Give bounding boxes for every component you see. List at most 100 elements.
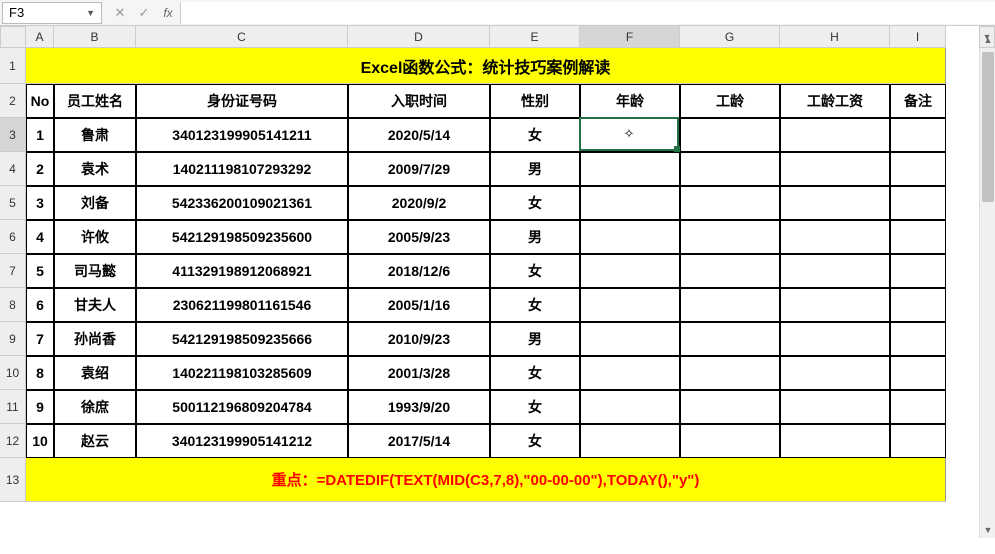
cell-D4[interactable]: 2009/7/29 bbox=[348, 152, 490, 186]
header-cell-H[interactable]: 工龄工资 bbox=[780, 84, 890, 118]
cell-F5[interactable] bbox=[580, 186, 680, 220]
cell-G5[interactable] bbox=[680, 186, 780, 220]
formula-confirm-button[interactable]: ✓ bbox=[132, 2, 156, 24]
cell-E11[interactable]: 女 bbox=[490, 390, 580, 424]
row-header-1[interactable]: 1 bbox=[0, 48, 26, 84]
cell-I3[interactable] bbox=[890, 118, 946, 152]
row-header-10[interactable]: 10 bbox=[0, 356, 26, 390]
cell-D8[interactable]: 2005/1/16 bbox=[348, 288, 490, 322]
column-header-B[interactable]: B bbox=[54, 26, 136, 48]
cell-I12[interactable] bbox=[890, 424, 946, 458]
cell-I9[interactable] bbox=[890, 322, 946, 356]
cell-H11[interactable] bbox=[780, 390, 890, 424]
cell-D11[interactable]: 1993/9/20 bbox=[348, 390, 490, 424]
row-header-5[interactable]: 5 bbox=[0, 186, 26, 220]
cell-A7[interactable]: 5 bbox=[26, 254, 54, 288]
formula-input[interactable] bbox=[180, 2, 995, 24]
row-header-11[interactable]: 11 bbox=[0, 390, 26, 424]
cell-A11[interactable]: 9 bbox=[26, 390, 54, 424]
cell-B12[interactable]: 赵云 bbox=[54, 424, 136, 458]
cell-D9[interactable]: 2010/9/23 bbox=[348, 322, 490, 356]
cell-I4[interactable] bbox=[890, 152, 946, 186]
cell-E8[interactable]: 女 bbox=[490, 288, 580, 322]
cell-F11[interactable] bbox=[580, 390, 680, 424]
cell-G11[interactable] bbox=[680, 390, 780, 424]
column-header-E[interactable]: E bbox=[490, 26, 580, 48]
cell-D12[interactable]: 2017/5/14 bbox=[348, 424, 490, 458]
cell-C9[interactable]: 542129198509235666 bbox=[136, 322, 348, 356]
cell-C11[interactable]: 500112196809204784 bbox=[136, 390, 348, 424]
cell-D3[interactable]: 2020/5/14 bbox=[348, 118, 490, 152]
cell-G3[interactable] bbox=[680, 118, 780, 152]
cell-B5[interactable]: 刘备 bbox=[54, 186, 136, 220]
cell-I7[interactable] bbox=[890, 254, 946, 288]
cell-I5[interactable] bbox=[890, 186, 946, 220]
header-cell-A[interactable]: No bbox=[26, 84, 54, 118]
cell-A5[interactable]: 3 bbox=[26, 186, 54, 220]
cell-H4[interactable] bbox=[780, 152, 890, 186]
cell-C3[interactable]: 340123199905141211 bbox=[136, 118, 348, 152]
cell-F8[interactable] bbox=[580, 288, 680, 322]
row-header-3[interactable]: 3 bbox=[0, 118, 26, 152]
cell-D5[interactable]: 2020/9/2 bbox=[348, 186, 490, 220]
cell-E4[interactable]: 男 bbox=[490, 152, 580, 186]
row-header-6[interactable]: 6 bbox=[0, 220, 26, 254]
cell-F3[interactable] bbox=[580, 118, 680, 152]
column-header-A[interactable]: A bbox=[26, 26, 54, 48]
scroll-down-arrow-icon[interactable]: ▼ bbox=[980, 522, 995, 538]
column-header-G[interactable]: G bbox=[680, 26, 780, 48]
cell-E12[interactable]: 女 bbox=[490, 424, 580, 458]
cell-A12[interactable]: 10 bbox=[26, 424, 54, 458]
cell-F4[interactable] bbox=[580, 152, 680, 186]
cell-G9[interactable] bbox=[680, 322, 780, 356]
column-header-C[interactable]: C bbox=[136, 26, 348, 48]
cell-G6[interactable] bbox=[680, 220, 780, 254]
cell-G8[interactable] bbox=[680, 288, 780, 322]
cell-E3[interactable]: 女 bbox=[490, 118, 580, 152]
cell-C8[interactable]: 230621199801161546 bbox=[136, 288, 348, 322]
cell-A3[interactable]: 1 bbox=[26, 118, 54, 152]
row-header-13[interactable]: 13 bbox=[0, 458, 26, 502]
header-cell-E[interactable]: 性别 bbox=[490, 84, 580, 118]
column-header-I[interactable]: I bbox=[890, 26, 946, 48]
cell-D10[interactable]: 2001/3/28 bbox=[348, 356, 490, 390]
row-header-7[interactable]: 7 bbox=[0, 254, 26, 288]
cell-H12[interactable] bbox=[780, 424, 890, 458]
cell-B11[interactable]: 徐庶 bbox=[54, 390, 136, 424]
cell-H5[interactable] bbox=[780, 186, 890, 220]
formula-cancel-button[interactable]: ✕ bbox=[108, 2, 132, 24]
name-box-dropdown-icon[interactable]: ▼ bbox=[86, 8, 95, 18]
row-header-9[interactable]: 9 bbox=[0, 322, 26, 356]
cell-I11[interactable] bbox=[890, 390, 946, 424]
cell-H7[interactable] bbox=[780, 254, 890, 288]
cell-H8[interactable] bbox=[780, 288, 890, 322]
cell-E7[interactable]: 女 bbox=[490, 254, 580, 288]
cell-H3[interactable] bbox=[780, 118, 890, 152]
cell-B7[interactable]: 司马懿 bbox=[54, 254, 136, 288]
cell-B10[interactable]: 袁绍 bbox=[54, 356, 136, 390]
cell-C6[interactable]: 542129198509235600 bbox=[136, 220, 348, 254]
name-box[interactable]: F3 ▼ bbox=[2, 2, 102, 24]
cell-A4[interactable]: 2 bbox=[26, 152, 54, 186]
header-cell-B[interactable]: 员工姓名 bbox=[54, 84, 136, 118]
cell-I6[interactable] bbox=[890, 220, 946, 254]
cell-E9[interactable]: 男 bbox=[490, 322, 580, 356]
header-cell-D[interactable]: 入职时间 bbox=[348, 84, 490, 118]
cell-E6[interactable]: 男 bbox=[490, 220, 580, 254]
cell-I10[interactable] bbox=[890, 356, 946, 390]
cell-B3[interactable]: 鲁肃 bbox=[54, 118, 136, 152]
cell-D6[interactable]: 2005/9/23 bbox=[348, 220, 490, 254]
cell-C4[interactable]: 140211198107293292 bbox=[136, 152, 348, 186]
title-cell[interactable]: Excel函数公式：统计技巧案例解读 bbox=[26, 48, 946, 84]
cell-H10[interactable] bbox=[780, 356, 890, 390]
cell-D7[interactable]: 2018/12/6 bbox=[348, 254, 490, 288]
scroll-up-arrow-icon[interactable]: ▲ bbox=[980, 32, 995, 48]
scrollbar-thumb[interactable] bbox=[982, 52, 994, 202]
header-cell-F[interactable]: 年龄 bbox=[580, 84, 680, 118]
row-header-2[interactable]: 2 bbox=[0, 84, 26, 118]
cell-G12[interactable] bbox=[680, 424, 780, 458]
cell-A9[interactable]: 7 bbox=[26, 322, 54, 356]
cell-F9[interactable] bbox=[580, 322, 680, 356]
column-header-H[interactable]: H bbox=[780, 26, 890, 48]
cell-B6[interactable]: 许攸 bbox=[54, 220, 136, 254]
